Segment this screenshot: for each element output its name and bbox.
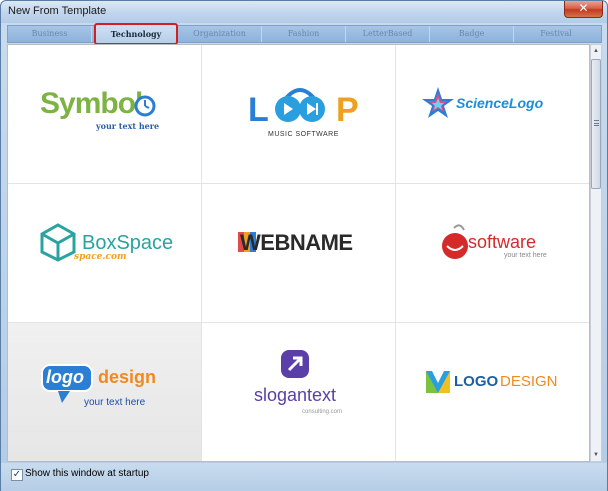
tab-badge[interactable]: Badge (430, 26, 514, 42)
webname-text: WEBNAME (240, 230, 353, 255)
dialog-window: New From Template ✕ Business Technology … (0, 0, 608, 491)
slogantext-tagline: consulting.com (302, 409, 343, 415)
loop-logo-letter-p: P (336, 91, 359, 129)
box-outline-icon (40, 223, 76, 262)
tab-technology[interactable]: Technology (94, 23, 178, 45)
tab-festival[interactable]: Festival (514, 26, 598, 42)
tab-letterbased[interactable]: LetterBased (346, 26, 430, 42)
template-loop[interactable]: L P MUSIC SOFTWARE (202, 45, 396, 184)
template-grid: Symbol your text here L P MUSIC SOFTWARE… (7, 44, 590, 462)
template-webname[interactable]: WEBNAME (202, 184, 396, 323)
logodesign-square-design-word: DESIGN (500, 373, 558, 390)
template-symbol[interactable]: Symbol your text here (8, 45, 202, 184)
template-slogantext[interactable]: slogantext consulting.com (202, 323, 396, 461)
template-boxspace[interactable]: BoxSpace space.com (8, 184, 202, 323)
startup-checkbox[interactable]: ✓ (11, 469, 23, 481)
template-logodesign-bubble[interactable]: logo design your text here (8, 323, 202, 461)
logodesign-design-word: design (98, 367, 157, 387)
title-bar[interactable]: New From Template ✕ (1, 1, 607, 23)
logodesign-square-logo-word: LOGO (454, 373, 499, 390)
logodesign-logo-word: logo (46, 367, 84, 387)
scroll-up-arrow-icon[interactable]: ▲ (591, 45, 601, 57)
scroll-thumb[interactable] (591, 59, 601, 189)
close-button[interactable]: ✕ (564, 1, 603, 18)
scroll-down-arrow-icon[interactable]: ▼ (591, 449, 601, 461)
loop-logo-letter-l: L (248, 91, 269, 129)
template-logodesign-square[interactable]: LOGO DESIGN (396, 323, 589, 461)
category-tabs: Business Technology Organization Fashion… (7, 23, 602, 45)
window-title: New From Template (8, 5, 107, 17)
footer-bar: ✓ Show this window at startup (1, 463, 607, 491)
v-square-icon (426, 371, 450, 393)
boxspace-tagline: space.com (74, 252, 127, 262)
startup-checkbox-label[interactable]: Show this window at startup (25, 468, 149, 479)
vertical-scrollbar[interactable]: ▲ ▼ (590, 44, 602, 462)
tab-fashion[interactable]: Fashion (262, 26, 346, 42)
apple-smile-icon (442, 224, 468, 259)
template-software[interactable]: software your text here (396, 184, 589, 323)
clock-icon (134, 95, 156, 117)
symbol-logo-text: Symbol (40, 87, 143, 120)
sciencelogo-text: ScienceLogo (456, 95, 544, 111)
tab-business[interactable]: Business (8, 26, 92, 42)
grip-icon (594, 120, 599, 126)
symbol-tagline: your text here (96, 121, 160, 131)
software-tagline: your text here (504, 252, 547, 259)
logodesign-tagline: your text here (84, 397, 146, 408)
star-cubes-icon (422, 87, 454, 118)
arrow-square-icon (281, 350, 309, 378)
template-sciencelogo[interactable]: ScienceLogo (396, 45, 589, 184)
slogantext-text: slogantext (254, 385, 337, 405)
tab-organization[interactable]: Organization (178, 26, 262, 42)
loop-tagline: MUSIC SOFTWARE (268, 131, 339, 138)
software-text: software (468, 232, 537, 252)
